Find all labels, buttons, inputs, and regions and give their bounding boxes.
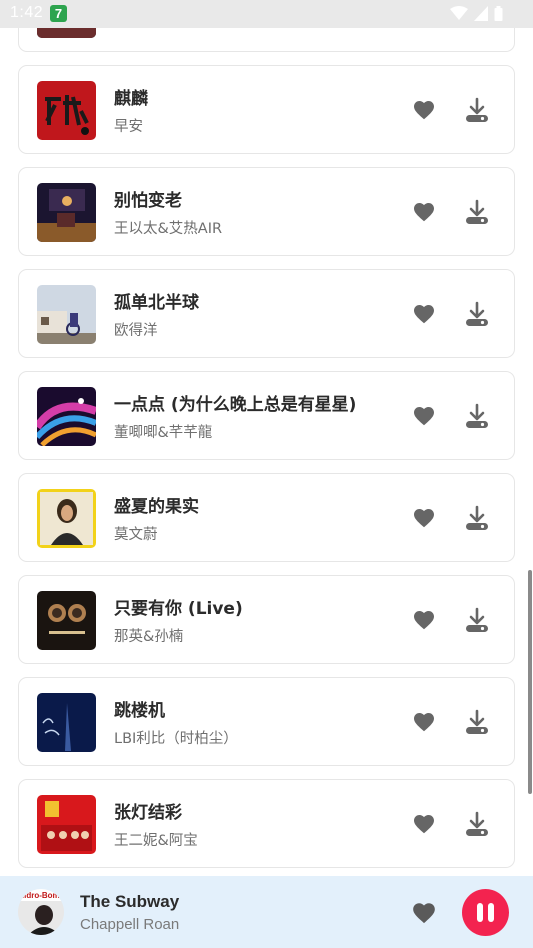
song-title: 麒麟 (114, 89, 148, 109)
album-cover (37, 489, 96, 548)
status-bar: 1:42 7 (0, 0, 533, 28)
battery-icon (494, 6, 503, 21)
wifi-icon (450, 6, 468, 20)
heart-icon[interactable] (411, 900, 437, 926)
heart-icon[interactable] (412, 404, 436, 428)
song-item[interactable]: 盛夏的果实 莫文蔚 (18, 473, 515, 562)
album-cover (37, 387, 96, 446)
download-icon[interactable] (465, 199, 489, 225)
song-item[interactable]: 只要有你 (Live) 那英&孙楠 (18, 575, 515, 664)
signal-icon (474, 6, 488, 21)
now-playing-title: The Subway (80, 892, 180, 911)
album-cover (37, 81, 96, 140)
now-playing-cover: Midro-Bomb (18, 889, 64, 935)
song-list[interactable]: 麒麟 早安 别怕变老 王以太&艾热AIR 孤单北半球 欧得洋 一点点 (为什么晚… (0, 0, 533, 876)
heart-icon[interactable] (412, 98, 436, 122)
song-artist: 欧得洋 (114, 323, 158, 339)
download-icon[interactable] (465, 607, 489, 633)
heart-icon[interactable] (412, 710, 436, 734)
now-playing-artist: Chappell Roan (80, 916, 180, 933)
song-title: 别怕变老 (114, 191, 182, 211)
song-title: 张灯结彩 (114, 803, 182, 823)
album-cover (37, 795, 96, 854)
song-item[interactable]: 孤单北半球 欧得洋 (18, 269, 515, 358)
song-item[interactable]: 张灯结彩 王二妮&阿宝 (18, 779, 515, 868)
download-icon[interactable] (465, 811, 489, 837)
status-time: 1:42 (10, 4, 44, 21)
album-cover (37, 693, 96, 752)
pause-icon (477, 903, 483, 922)
album-cover (37, 591, 96, 650)
now-playing-bar[interactable]: Midro-Bomb The Subway Chappell Roan (0, 876, 533, 948)
app-notification-icon: 7 (50, 5, 67, 22)
scrollbar[interactable] (528, 570, 532, 794)
album-cover (37, 285, 96, 344)
download-icon[interactable] (465, 97, 489, 123)
song-artist: LBI利比（时柏尘） (114, 731, 238, 747)
heart-icon[interactable] (412, 302, 436, 326)
heart-icon[interactable] (412, 506, 436, 530)
download-icon[interactable] (465, 403, 489, 429)
song-item[interactable]: 麒麟 早安 (18, 65, 515, 154)
song-artist: 莫文蔚 (114, 527, 158, 543)
song-title: 跳楼机 (114, 701, 165, 721)
song-item[interactable]: 一点点 (为什么晚上总是有星星) 董唧唧&芊芊龍 (18, 371, 515, 460)
song-artist: 王二妮&阿宝 (114, 833, 198, 849)
album-cover (37, 183, 96, 242)
pause-icon (488, 903, 494, 922)
song-title: 盛夏的果实 (114, 497, 199, 517)
heart-icon[interactable] (412, 608, 436, 632)
song-artist: 王以太&艾热AIR (114, 221, 223, 237)
song-artist: 早安 (114, 119, 143, 135)
heart-icon[interactable] (412, 812, 436, 836)
song-title: 一点点 (为什么晚上总是有星星) (114, 395, 357, 415)
song-artist: 那英&孙楠 (114, 629, 184, 645)
song-title: 孤单北半球 (114, 293, 199, 313)
heart-icon[interactable] (412, 200, 436, 224)
download-icon[interactable] (465, 301, 489, 327)
download-icon[interactable] (465, 505, 489, 531)
download-icon[interactable] (465, 709, 489, 735)
pause-button[interactable] (462, 889, 509, 936)
song-title: 只要有你 (Live) (114, 599, 243, 619)
song-item[interactable]: 别怕变老 王以太&艾热AIR (18, 167, 515, 256)
song-artist: 董唧唧&芊芊龍 (114, 425, 213, 441)
svg-text:Midro-Bomb: Midro-Bomb (18, 891, 64, 900)
song-item[interactable]: 跳楼机 LBI利比（时柏尘） (18, 677, 515, 766)
